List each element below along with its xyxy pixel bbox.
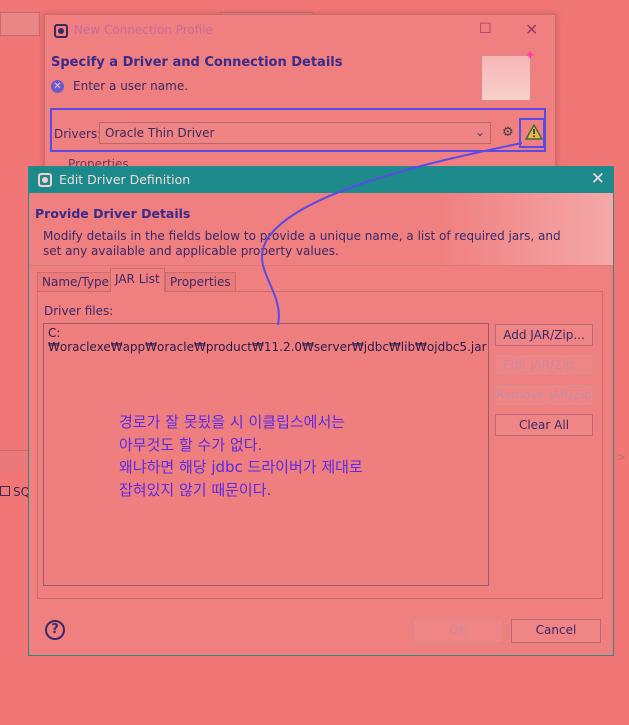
dialog-titlebar: Edit Driver Definition ✕ bbox=[29, 167, 613, 193]
annotation-line: 경로가 잘 못됬을 시 이클립스에서는 bbox=[119, 413, 346, 431]
sql-icon bbox=[0, 486, 10, 496]
warning-icon-highlight-box bbox=[519, 118, 545, 148]
background-tab bbox=[0, 12, 40, 36]
parent-window-title: New Connection Profile bbox=[74, 23, 214, 37]
dialog-header-description: Modify details in the fields below to pr… bbox=[43, 229, 561, 258]
dialog-title: Edit Driver Definition bbox=[59, 172, 191, 187]
annotation-line: 잡혀있지 않기 때문이다. bbox=[119, 480, 272, 499]
dialog-header-title: Provide Driver Details bbox=[35, 206, 191, 221]
error-icon: ✕ bbox=[51, 80, 64, 93]
tab-properties[interactable]: Properties bbox=[165, 272, 236, 291]
annotation-text: 경로가 잘 못됬을 시 이클립스에서는 아무것도 할 수가 없다. 왜냐하면 해… bbox=[119, 411, 459, 501]
chevron-right-icon: > bbox=[616, 450, 627, 464]
add-jar-button[interactable]: Add JAR/Zip... bbox=[495, 324, 593, 346]
help-icon[interactable]: ? bbox=[45, 620, 65, 640]
driver-file-item[interactable]: C:₩oraclexe₩app₩oracle₩product₩11.2.0₩se… bbox=[48, 326, 488, 354]
new-connection-profile-window: New Connection Profile ☐ ✕ Specify a Dri… bbox=[44, 14, 556, 186]
edit-driver-definition-dialog: Edit Driver Definition ✕ Provide Driver … bbox=[28, 166, 614, 656]
clear-all-button[interactable]: Clear All bbox=[495, 414, 593, 436]
tab-name-type[interactable]: Name/Type bbox=[37, 272, 115, 291]
drivers-highlight-box bbox=[50, 108, 546, 152]
ok-button[interactable]: OK bbox=[413, 619, 503, 643]
sql-view-tab[interactable]: SQ bbox=[0, 485, 30, 499]
side-panel-separator bbox=[0, 450, 30, 471]
annotation-line: 아무것도 할 수가 없다. bbox=[119, 435, 263, 454]
cancel-button[interactable]: Cancel bbox=[511, 619, 601, 643]
close-button[interactable]: ✕ bbox=[525, 20, 538, 39]
parent-titlebar: New Connection Profile ☐ ✕ bbox=[45, 15, 555, 47]
remove-jar-button[interactable]: Remove JAR/Zip bbox=[495, 384, 593, 406]
eclipse-app-icon bbox=[54, 24, 68, 38]
maximize-button[interactable]: ☐ bbox=[479, 21, 492, 37]
parent-section-title: Specify a Driver and Connection Details bbox=[51, 55, 343, 70]
annotation-line: 왜냐하면 해당 jdbc 드라이버가 제대로 bbox=[119, 458, 363, 476]
driver-files-label: Driver files: bbox=[44, 304, 114, 318]
error-message: Enter a user name. bbox=[73, 79, 189, 93]
dialog-tabbar: Name/Type JAR List Properties bbox=[37, 267, 603, 292]
edit-jar-button[interactable]: Edit JAR/Zip... bbox=[495, 354, 593, 376]
dialog-close-button[interactable]: ✕ bbox=[591, 169, 605, 189]
eclipse-app-icon bbox=[38, 173, 52, 187]
wizard-banner-icon bbox=[481, 48, 536, 101]
tab-jar-list[interactable]: JAR List bbox=[110, 268, 165, 292]
